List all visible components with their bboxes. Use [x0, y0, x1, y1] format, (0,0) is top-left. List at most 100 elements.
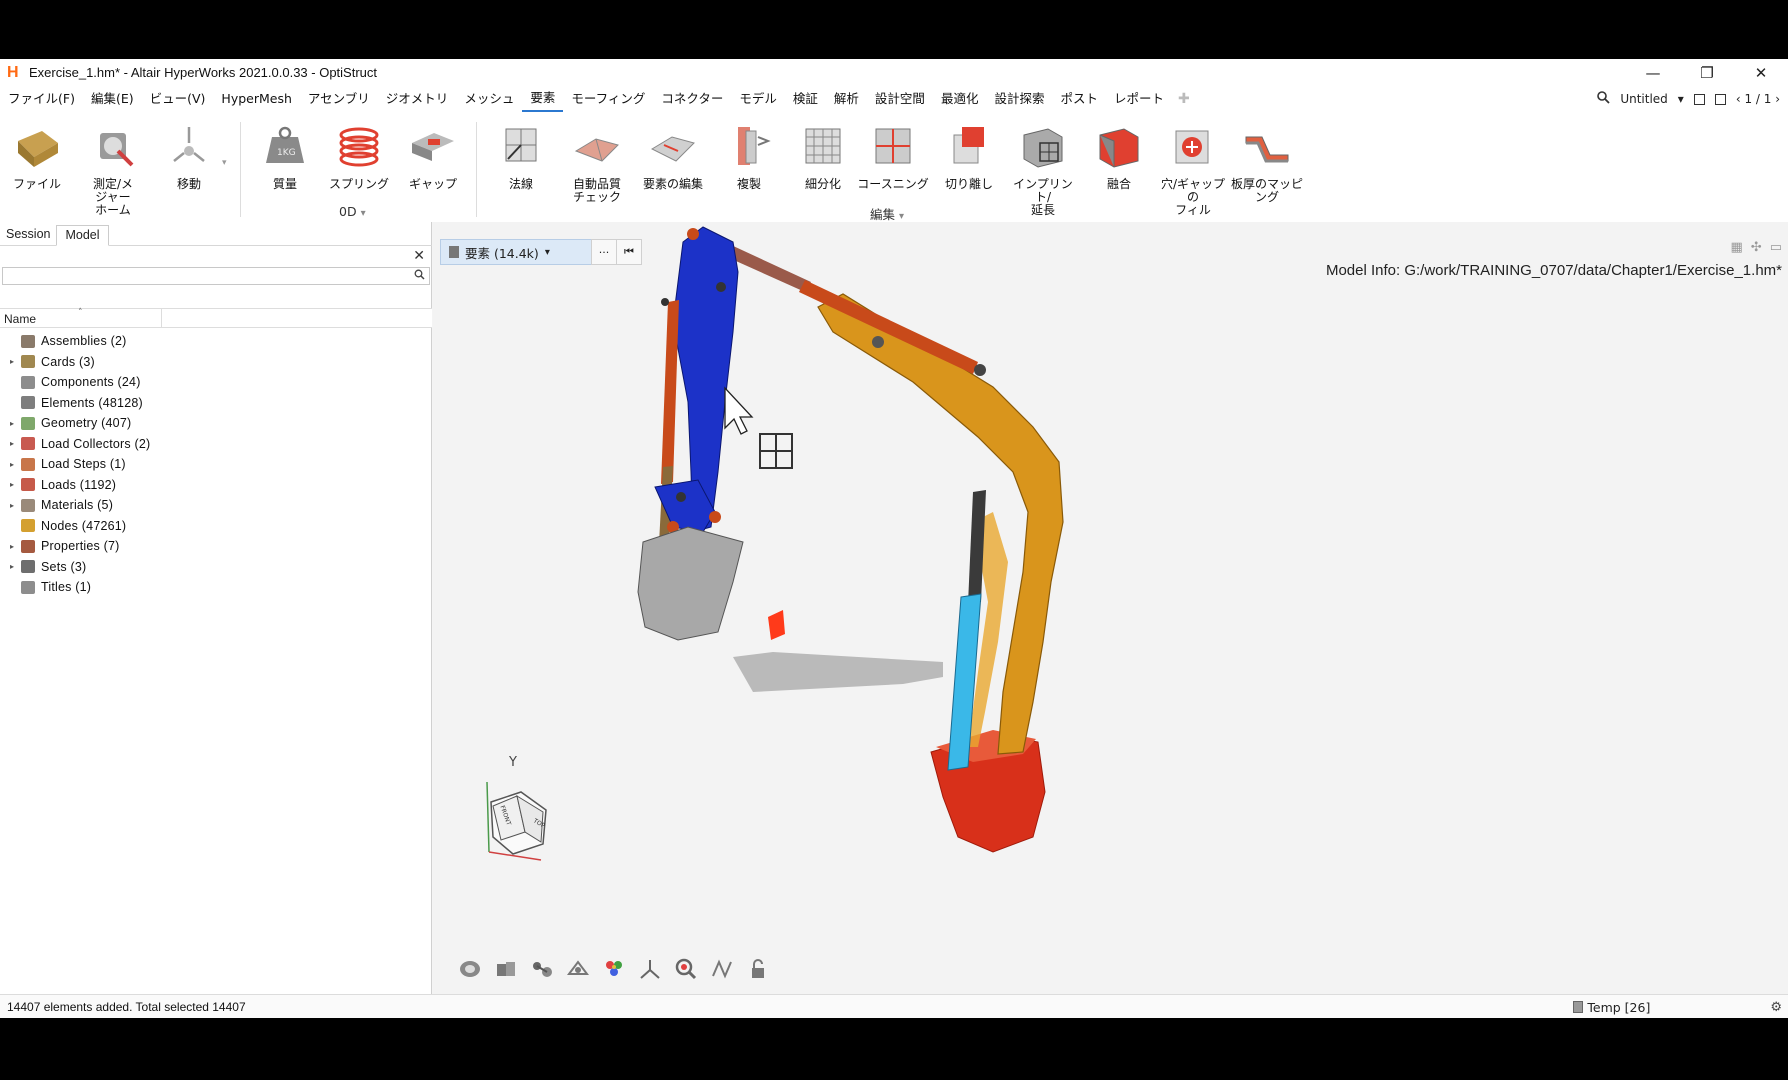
- ribbon-tool-10[interactable]: 細分化: [786, 112, 860, 222]
- close-icon[interactable]: ✕: [413, 248, 425, 264]
- ribbon-tool-7[interactable]: 自動品質 チェック: [560, 112, 634, 222]
- expand-arrow-icon[interactable]: ▸: [6, 562, 18, 571]
- ribbon-tool-6[interactable]: 法線: [484, 112, 558, 222]
- menu-item-11[interactable]: 検証: [785, 86, 826, 112]
- ribbon-tool-15[interactable]: 穴/ギャップの フィル: [1156, 112, 1230, 222]
- menu-item-3[interactable]: HyperMesh: [213, 86, 299, 112]
- expand-arrow-icon[interactable]: ▸: [6, 357, 18, 366]
- maximize-viewport-icon[interactable]: ▭: [1770, 240, 1782, 255]
- page-counter[interactable]: ‹ 1 / 1 ›: [1736, 92, 1780, 106]
- tree-item[interactable]: ▸ Load Steps (1): [0, 454, 432, 475]
- save-page-icon[interactable]: [1714, 93, 1726, 105]
- tree-item-label: Nodes (47261): [41, 518, 127, 533]
- session-name[interactable]: Untitled: [1620, 92, 1667, 106]
- expand-arrow-icon[interactable]: ▸: [6, 501, 18, 510]
- ribbon-tool-3[interactable]: 1KG 質量: [248, 112, 322, 222]
- tree-item[interactable]: Assemblies (2): [0, 331, 432, 352]
- close-window-button[interactable]: ✕: [1734, 59, 1788, 86]
- refine-icon: [797, 120, 849, 172]
- ribbon-tool-label: 板厚のマッピ ング: [1230, 177, 1303, 204]
- tree-item[interactable]: Elements (48128): [0, 393, 432, 414]
- menu-item-6[interactable]: メッシュ: [456, 86, 522, 112]
- ribbon-tool-1[interactable]: 測定/メ ジャー ホーム: [76, 112, 150, 222]
- ribbon-tool-13[interactable]: インプリント/ 延長: [1006, 112, 1080, 222]
- ribbon-tool-12[interactable]: 切り離し: [932, 112, 1006, 222]
- more-options-button[interactable]: ···: [591, 239, 617, 265]
- menu-item-2[interactable]: ビュー(V): [142, 86, 214, 112]
- expand-arrow-icon[interactable]: ▸: [6, 480, 18, 489]
- edit-elements-icon: [647, 120, 699, 172]
- visualization-icon[interactable]: [565, 956, 591, 982]
- axis-triad-icon[interactable]: [637, 956, 663, 982]
- lock-view-icon[interactable]: [745, 956, 771, 982]
- expand-arrow-icon[interactable]: ▸: [6, 542, 18, 551]
- tab-session[interactable]: Session: [0, 227, 56, 245]
- minimize-button[interactable]: —: [1626, 59, 1680, 86]
- view-transform-icon[interactable]: [709, 956, 735, 982]
- tree-item-label: Cards (3): [41, 354, 95, 369]
- ribbon-tool-11[interactable]: コースニング: [856, 112, 930, 222]
- components-view-icon[interactable]: [493, 956, 519, 982]
- ribbon-tool-16[interactable]: 板厚のマッピ ング: [1230, 112, 1304, 222]
- menu-item-10[interactable]: モデル: [731, 86, 785, 112]
- add-menu-icon[interactable]: ✚: [1172, 91, 1196, 107]
- ribbon-tool-5[interactable]: ギャップ: [396, 112, 470, 222]
- excavator-model-render[interactable]: [433, 222, 1788, 994]
- menu-item-14[interactable]: 最適化: [933, 86, 987, 112]
- menu-item-12[interactable]: 解析: [826, 86, 867, 112]
- column-name[interactable]: Name: [4, 312, 36, 326]
- ribbon-tool-4[interactable]: スプリング: [322, 112, 396, 222]
- expand-arrow-icon[interactable]: ▸: [6, 460, 18, 469]
- tree-item[interactable]: ▸ Sets (3): [0, 557, 432, 578]
- tree-item[interactable]: ▸ Loads (1192): [0, 475, 432, 496]
- menu-item-5[interactable]: ジオメトリ: [378, 86, 457, 112]
- session-dropdown-icon[interactable]: ▾: [1678, 92, 1684, 106]
- menu-item-17[interactable]: レポート: [1106, 86, 1172, 112]
- restore-button[interactable]: ❐: [1680, 59, 1734, 86]
- connectors-view-icon[interactable]: [529, 956, 555, 982]
- tree-item-icon: [21, 396, 35, 410]
- current-component[interactable]: Temp [26]: [1573, 1000, 1650, 1015]
- ribbon-tool-2[interactable]: 移動: [152, 112, 226, 222]
- tree-item[interactable]: ▸ Load Collectors (2): [0, 434, 432, 455]
- reset-selection-button[interactable]: ⏮: [616, 239, 642, 265]
- shaded-view-icon[interactable]: [457, 956, 483, 982]
- tree-item[interactable]: ▸ Properties (7): [0, 536, 432, 557]
- color-by-icon[interactable]: [601, 956, 627, 982]
- new-page-icon[interactable]: [1693, 93, 1705, 105]
- tree-item[interactable]: ▸ Materials (5): [0, 495, 432, 516]
- move-view-icon[interactable]: ✣: [1751, 240, 1762, 255]
- menu-item-7[interactable]: 要素: [522, 86, 564, 112]
- browser-search-input[interactable]: [2, 267, 430, 285]
- tree-item-label: Loads (1192): [41, 477, 117, 492]
- menu-item-4[interactable]: アセンブリ: [300, 86, 378, 112]
- ribbon-tool-9[interactable]: 複製: [712, 112, 786, 222]
- ribbon-tool-14[interactable]: 融合: [1082, 112, 1156, 222]
- menu-item-15[interactable]: 設計探索: [986, 86, 1052, 112]
- tab-model[interactable]: Model: [56, 225, 109, 246]
- fuse-icon: [1093, 120, 1145, 172]
- mesh-view-icon[interactable]: ▦: [1731, 240, 1743, 255]
- ribbon-tool-0[interactable]: ファイル: [0, 112, 74, 222]
- tree-item[interactable]: Nodes (47261): [0, 516, 432, 537]
- entity-selector-dropdown[interactable]: 要素 (14.4k) ▾: [440, 239, 592, 265]
- tree-item[interactable]: Components (24): [0, 372, 432, 393]
- tree-item[interactable]: ▸ Cards (3): [0, 352, 432, 373]
- pin-joint: [687, 228, 699, 240]
- tree-item[interactable]: Titles (1): [0, 577, 432, 598]
- menu-item-0[interactable]: ファイル(F): [0, 86, 83, 112]
- tree-item[interactable]: ▸ Geometry (407): [0, 413, 432, 434]
- ribbon-tool-8[interactable]: 要素の編集: [636, 112, 710, 222]
- column-divider[interactable]: [161, 309, 162, 328]
- menu-item-13[interactable]: 設計空間: [867, 86, 933, 112]
- expand-arrow-icon[interactable]: ▸: [6, 439, 18, 448]
- search-icon[interactable]: [1597, 90, 1610, 108]
- expand-arrow-icon[interactable]: ▸: [6, 419, 18, 428]
- graphics-viewport[interactable]: Y FRONT TOP 要素 (14.4k) ▾ ··· ⏮ ▦ ✣ ▭ Mod…: [433, 222, 1788, 994]
- menu-item-8[interactable]: モーフィング: [563, 86, 653, 112]
- zoom-fit-icon[interactable]: [673, 956, 699, 982]
- settings-gear-icon[interactable]: ⚙: [1770, 1000, 1782, 1015]
- menu-item-16[interactable]: ポスト: [1052, 86, 1106, 112]
- menu-item-1[interactable]: 編集(E): [83, 86, 142, 112]
- menu-item-9[interactable]: コネクター: [653, 86, 731, 112]
